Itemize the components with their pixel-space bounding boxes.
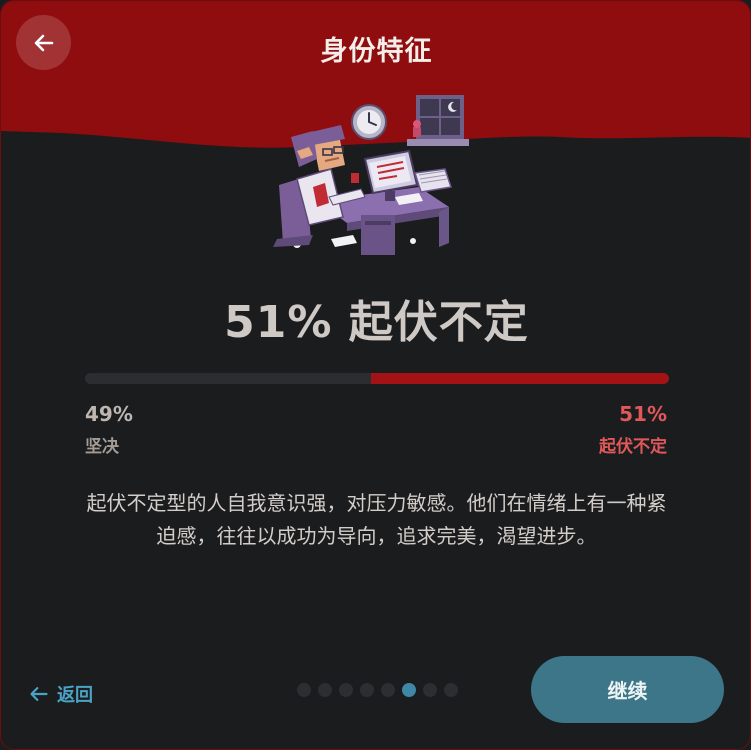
trait-progress-bar bbox=[85, 373, 669, 384]
page-dot bbox=[318, 683, 332, 697]
back-link[interactable]: 返回 bbox=[29, 681, 93, 707]
page-dot bbox=[297, 683, 311, 697]
trait-description: 起伏不定型的人自我意识强，对压力敏感。他们在情绪上有一种紧迫感，往往以成功为导向… bbox=[86, 491, 667, 548]
page-indicator bbox=[297, 683, 458, 697]
page-dot-active bbox=[402, 683, 416, 697]
left-trait-percent: 49% bbox=[85, 402, 133, 426]
page-dot bbox=[360, 683, 374, 697]
trait-progress-fill bbox=[371, 373, 669, 384]
dialog-card: 身份特征 51% 起伏不定 49% 坚决 51% 起伏不定 起伏不定型的人自我意… bbox=[0, 0, 751, 750]
back-link-label: 返回 bbox=[57, 685, 93, 706]
page-dot bbox=[423, 683, 437, 697]
result-heading: 51% 起伏不定 bbox=[224, 297, 529, 348]
page-dot bbox=[381, 683, 395, 697]
continue-button[interactable]: 继续 bbox=[531, 656, 724, 723]
page-dot bbox=[339, 683, 353, 697]
page-dot bbox=[444, 683, 458, 697]
window-icon bbox=[407, 95, 469, 146]
page-title: 身份特征 bbox=[320, 36, 433, 67]
stressed-worker-illustration bbox=[273, 95, 469, 255]
left-trait-label: 坚决 bbox=[85, 437, 119, 457]
arrow-left-icon bbox=[30, 687, 48, 701]
clock-icon bbox=[351, 104, 387, 140]
right-trait-percent: 51% bbox=[619, 402, 667, 426]
right-trait-label: 起伏不定 bbox=[599, 437, 667, 457]
